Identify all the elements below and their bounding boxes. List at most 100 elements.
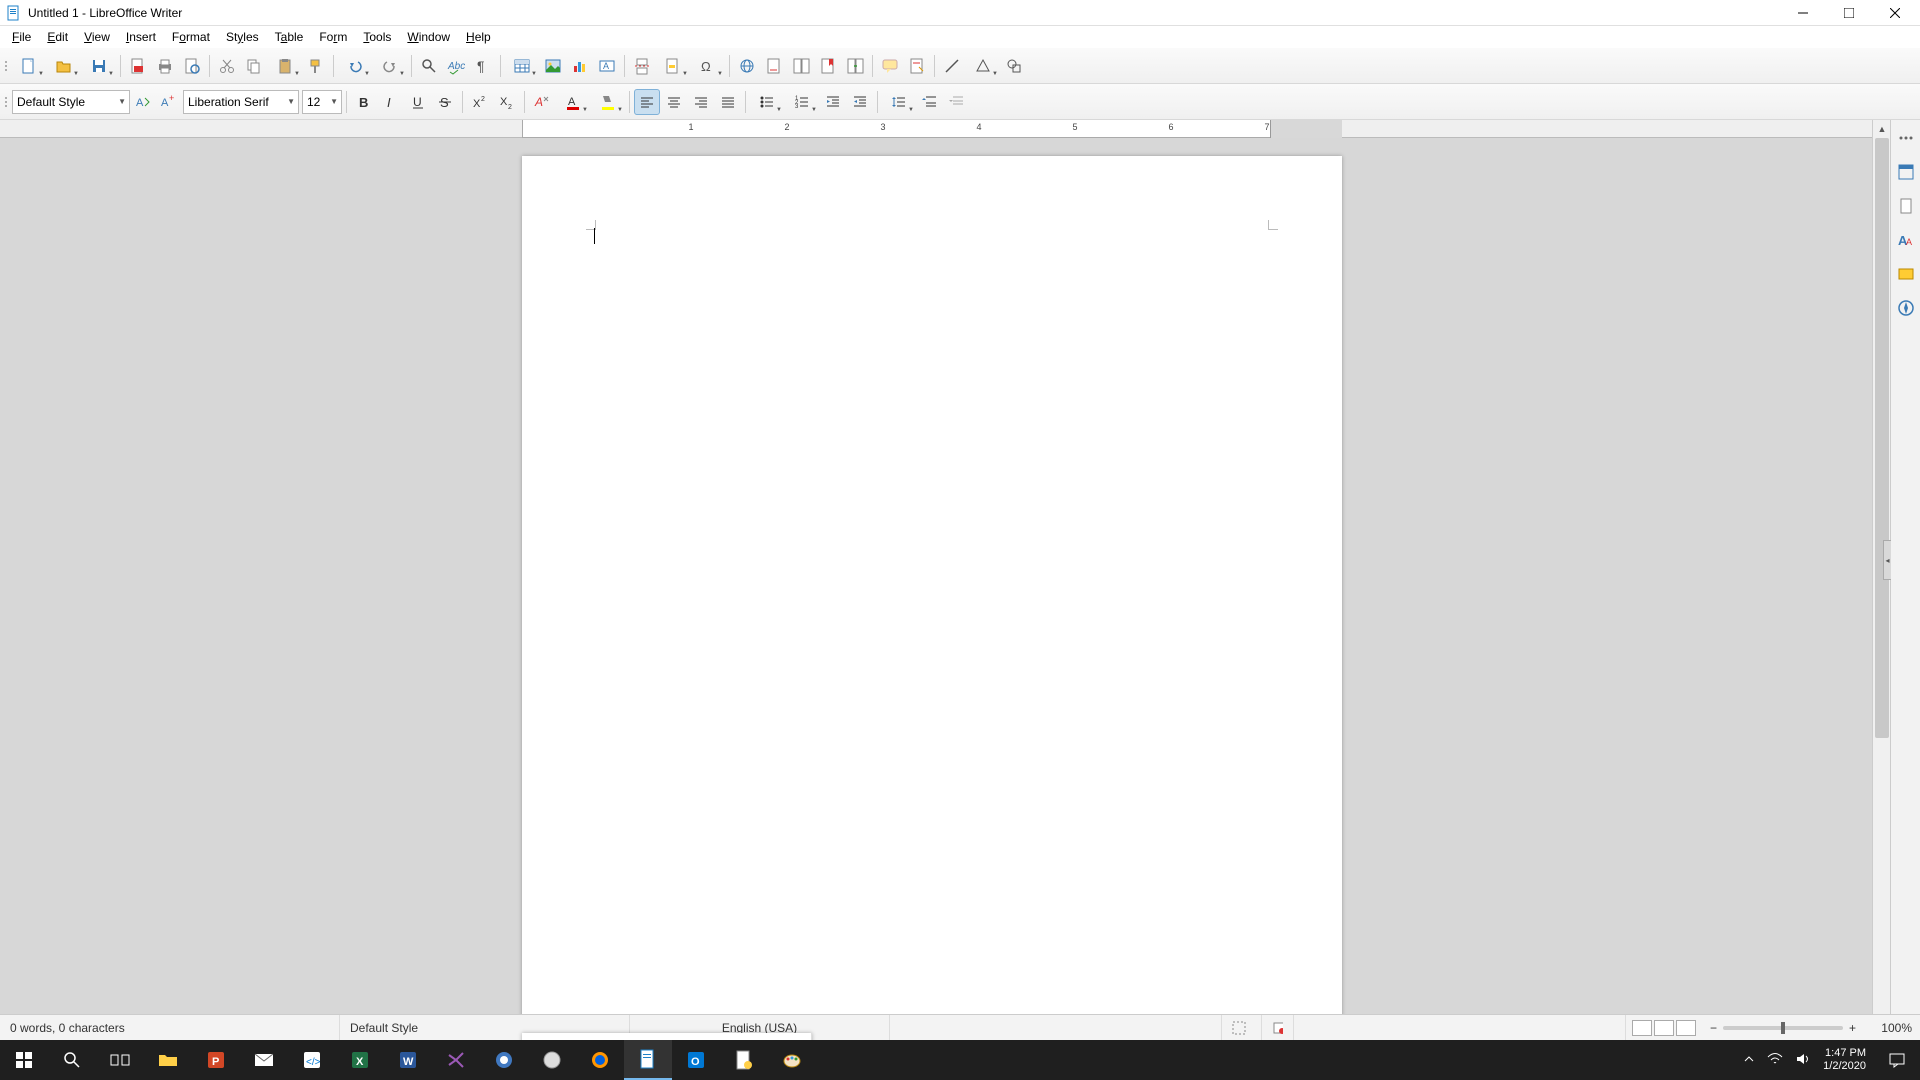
volume-icon[interactable] <box>1795 1052 1811 1069</box>
status-selection-mode[interactable] <box>1222 1015 1262 1040</box>
paint-icon[interactable] <box>768 1040 816 1080</box>
scroll-thumb[interactable] <box>1875 138 1889 738</box>
new-style-button[interactable]: A+ <box>156 90 180 114</box>
new-button[interactable]: ▼ <box>12 53 46 79</box>
track-changes-button[interactable] <box>904 53 930 79</box>
find-replace-button[interactable] <box>416 53 442 79</box>
zoom-out-button[interactable]: − <box>1710 1021 1717 1035</box>
insert-line-button[interactable] <box>939 53 965 79</box>
insert-table-button[interactable]: ▼ <box>505 53 539 79</box>
menu-form[interactable]: Form <box>311 28 355 46</box>
save-button[interactable]: ▼ <box>82 53 116 79</box>
formatting-marks-button[interactable]: ¶ <box>470 53 496 79</box>
menu-view[interactable]: View <box>76 28 118 46</box>
navigator-panel-icon[interactable] <box>1894 296 1918 320</box>
maximize-button[interactable] <box>1826 0 1872 26</box>
book-view-button[interactable] <box>1676 1020 1696 1036</box>
redo-button[interactable]: ▼ <box>373 53 407 79</box>
firefox-icon[interactable] <box>576 1040 624 1080</box>
vertical-scrollbar[interactable]: ▲ ▼ <box>1872 120 1890 1054</box>
update-style-button[interactable]: A <box>131 90 155 114</box>
insert-chart-button[interactable] <box>567 53 593 79</box>
file-explorer-icon[interactable] <box>144 1040 192 1080</box>
align-right-button[interactable] <box>688 89 714 115</box>
status-word-count[interactable]: 0 words, 0 characters <box>0 1015 340 1040</box>
system-tray[interactable]: 1:47 PM 1/2/2020 <box>1735 1047 1874 1073</box>
word-icon[interactable]: W <box>384 1040 432 1080</box>
gallery-panel-icon[interactable] <box>1894 262 1918 286</box>
open-button[interactable]: ▼ <box>47 53 81 79</box>
menu-tools[interactable]: Tools <box>355 28 399 46</box>
clear-formatting-button[interactable]: A <box>529 89 555 115</box>
insert-bookmark-button[interactable] <box>815 53 841 79</box>
page-panel-icon[interactable] <box>1894 194 1918 218</box>
menu-file[interactable]: File <box>4 28 39 46</box>
menu-window[interactable]: Window <box>399 28 458 46</box>
show-draw-functions-button[interactable] <box>1001 53 1027 79</box>
basic-shapes-button[interactable]: ▼ <box>966 53 1000 79</box>
search-button[interactable] <box>48 1040 96 1080</box>
sidebar-collapse-handle[interactable]: ◂ <box>1883 540 1891 580</box>
insert-textbox-button[interactable]: A <box>594 53 620 79</box>
insert-cross-ref-button[interactable] <box>842 53 868 79</box>
clone-formatting-button[interactable] <box>303 53 329 79</box>
toolbar-handle[interactable] <box>4 89 9 115</box>
tray-chevron-icon[interactable] <box>1743 1053 1755 1068</box>
bold-button[interactable]: B <box>351 89 377 115</box>
align-center-button[interactable] <box>661 89 687 115</box>
multi-page-view-button[interactable] <box>1654 1020 1674 1036</box>
menu-help[interactable]: Help <box>458 28 499 46</box>
close-button[interactable] <box>1872 0 1918 26</box>
paste-button[interactable]: ▼ <box>268 53 302 79</box>
status-signature[interactable] <box>1262 1015 1294 1040</box>
notifications-button[interactable] <box>1874 1040 1920 1080</box>
powerpoint-icon[interactable]: P <box>192 1040 240 1080</box>
zoom-in-button[interactable]: + <box>1849 1021 1856 1035</box>
increase-para-spacing-button[interactable] <box>917 89 943 115</box>
wifi-icon[interactable] <box>1767 1052 1783 1069</box>
scroll-up-button[interactable]: ▲ <box>1873 120 1890 138</box>
menu-edit[interactable]: Edit <box>39 28 76 46</box>
status-insert-mode[interactable] <box>890 1015 1222 1040</box>
line-spacing-button[interactable]: ▼ <box>882 89 916 115</box>
visual-studio-icon[interactable] <box>432 1040 480 1080</box>
app-icon-1[interactable] <box>480 1040 528 1080</box>
align-justify-button[interactable] <box>715 89 741 115</box>
toolbar-handle[interactable] <box>4 53 9 79</box>
undo-button[interactable]: ▼ <box>338 53 372 79</box>
page[interactable] <box>522 156 1342 1054</box>
export-pdf-button[interactable] <box>125 53 151 79</box>
insert-field-button[interactable]: ▼ <box>656 53 690 79</box>
minimize-button[interactable] <box>1780 0 1826 26</box>
start-button[interactable] <box>0 1040 48 1080</box>
insert-endnote-button[interactable] <box>788 53 814 79</box>
decrease-para-spacing-button[interactable] <box>944 89 970 115</box>
align-left-button[interactable] <box>634 89 660 115</box>
menu-insert[interactable]: Insert <box>118 28 164 46</box>
task-view-button[interactable] <box>96 1040 144 1080</box>
mail-icon[interactable] <box>240 1040 288 1080</box>
insert-special-char-button[interactable]: Ω▼ <box>691 53 725 79</box>
numbered-list-button[interactable]: 123▼ <box>785 89 819 115</box>
font-color-button[interactable]: A▼ <box>556 89 590 115</box>
insert-page-break-button[interactable] <box>629 53 655 79</box>
print-button[interactable] <box>152 53 178 79</box>
zoom-slider[interactable] <box>1723 1026 1843 1030</box>
menu-format[interactable]: Format <box>164 28 218 46</box>
app-icon-3[interactable] <box>720 1040 768 1080</box>
insert-image-button[interactable] <box>540 53 566 79</box>
properties-panel-icon[interactable] <box>1894 160 1918 184</box>
italic-button[interactable]: I <box>378 89 404 115</box>
spellcheck-button[interactable]: Abc <box>443 53 469 79</box>
superscript-button[interactable]: X2 <box>467 89 493 115</box>
highlight-color-button[interactable]: ▼ <box>591 89 625 115</box>
menu-styles[interactable]: Styles <box>218 28 267 46</box>
strikethrough-button[interactable]: S <box>432 89 458 115</box>
increase-indent-button[interactable] <box>820 89 846 115</box>
sidebar-settings-icon[interactable] <box>1894 126 1918 150</box>
document-area[interactable] <box>0 138 1872 1054</box>
decrease-indent-button[interactable] <box>847 89 873 115</box>
insert-footnote-button[interactable] <box>761 53 787 79</box>
libreoffice-writer-icon[interactable] <box>624 1040 672 1080</box>
bullet-list-button[interactable]: ▼ <box>750 89 784 115</box>
